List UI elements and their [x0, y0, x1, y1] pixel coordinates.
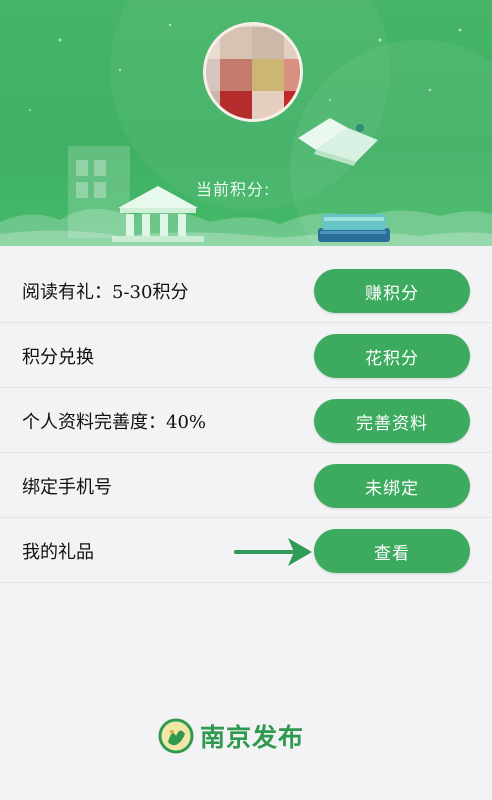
list-item-profile-completion: 个人资料完善度：40% 完善资料 [0, 388, 492, 453]
book-stack-icon [318, 214, 390, 242]
nanjing-logo-icon [158, 718, 194, 754]
avatar[interactable] [203, 22, 303, 122]
profile-completion-label: 个人资料完善度：40% [22, 412, 207, 433]
read-rewards-label: 阅读有礼：5-30积分 [22, 282, 189, 303]
brand-name: 南京发布 [200, 723, 305, 752]
list-item-points-exchange: 积分兑换 花积分 [0, 323, 492, 388]
spend-points-button[interactable]: 花积分 [314, 334, 470, 378]
list-item-read-rewards: 阅读有礼：5-30积分 赚积分 [0, 258, 492, 323]
view-gifts-button[interactable]: 查看 [314, 529, 470, 573]
list-item-bind-phone: 绑定手机号 未绑定 [0, 453, 492, 518]
header-banner: 当前积分: [0, 0, 492, 246]
earn-points-button[interactable]: 赚积分 [314, 269, 470, 313]
bind-phone-label: 绑定手机号 [22, 477, 112, 498]
footer-brand: 南京发布 [158, 714, 338, 758]
complete-profile-button[interactable]: 完善资料 [314, 399, 470, 443]
my-gifts-label: 我的礼品 [22, 542, 94, 563]
points-exchange-label: 积分兑换 [22, 347, 94, 368]
arrow-right-icon [234, 538, 312, 566]
bind-phone-button[interactable]: 未绑定 [314, 464, 470, 508]
current-points-label: 当前积分: [196, 180, 271, 199]
